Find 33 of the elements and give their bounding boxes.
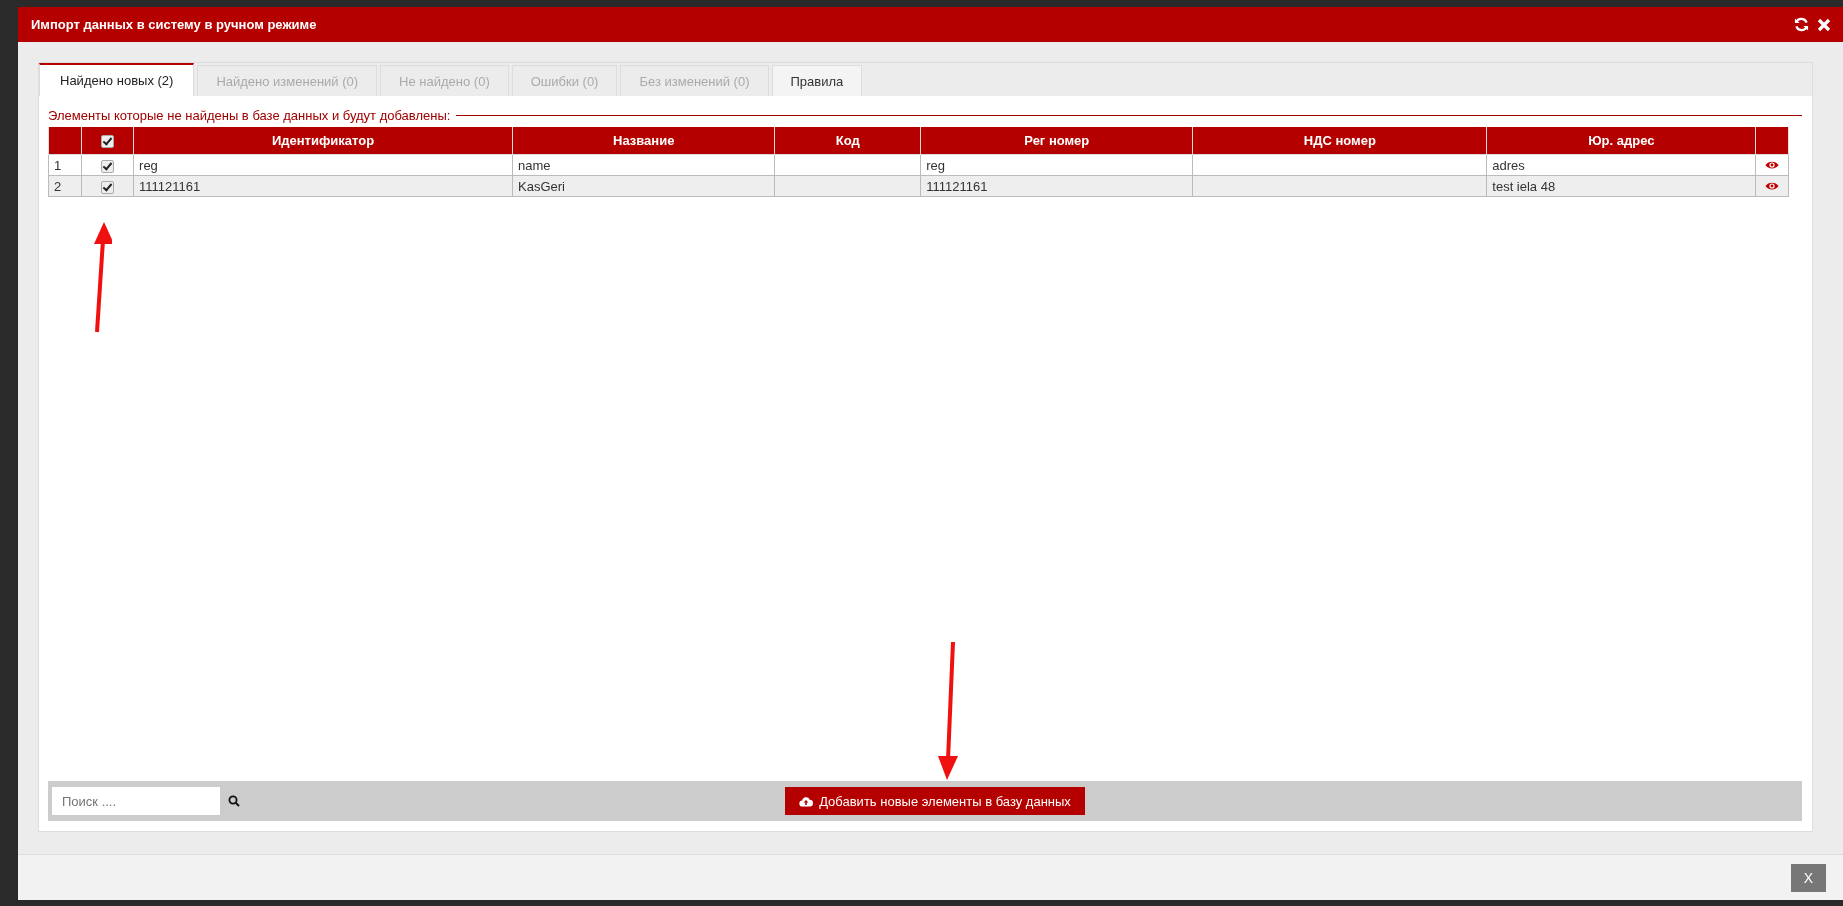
table-cell: KasGeri xyxy=(512,175,775,197)
table-cell: 111121161 xyxy=(920,175,1193,197)
table-cell: 111121161 xyxy=(133,175,513,197)
add-to-database-button[interactable]: Добавить новые элементы в базу данных xyxy=(785,787,1085,815)
row-number: 1 xyxy=(48,154,82,176)
row-number: 2 xyxy=(48,175,82,197)
column-header: Название xyxy=(512,127,775,155)
column-header: Юр. адрес xyxy=(1486,127,1756,155)
section-title: Элементы которые не найдены в базе данных и будут добавлены: xyxy=(48,108,451,123)
close-icon[interactable] xyxy=(1817,17,1831,32)
tab[interactable]: Найдено новых (2) xyxy=(39,63,195,96)
column-header: Код xyxy=(774,127,921,155)
search-field[interactable]: Поиск .... xyxy=(52,787,220,815)
table-cell: reg xyxy=(133,154,513,176)
column-header: Рег номер xyxy=(920,127,1193,155)
table-cell: adres xyxy=(1486,154,1756,176)
eye-icon[interactable] xyxy=(1765,180,1780,191)
select-all-checkbox[interactable] xyxy=(101,135,115,149)
table-cell: reg xyxy=(920,154,1193,176)
window-title: Импорт данных в систему в ручном режиме xyxy=(31,17,318,32)
cloud-upload-icon xyxy=(799,795,814,807)
row-checkbox[interactable] xyxy=(101,180,115,194)
table-cell: test iela 48 xyxy=(1486,175,1756,197)
column-header: НДС номер xyxy=(1192,127,1487,155)
close-button[interactable]: X xyxy=(1791,863,1826,892)
table-cell: name xyxy=(512,154,775,176)
search-icon[interactable] xyxy=(228,795,240,807)
column-header: Идентификатор xyxy=(133,127,513,155)
tab[interactable]: Правила xyxy=(771,65,863,96)
eye-icon[interactable] xyxy=(1765,159,1780,170)
refresh-icon[interactable] xyxy=(1794,17,1809,32)
header-cell xyxy=(1755,127,1789,155)
row-checkbox[interactable] xyxy=(101,159,115,173)
